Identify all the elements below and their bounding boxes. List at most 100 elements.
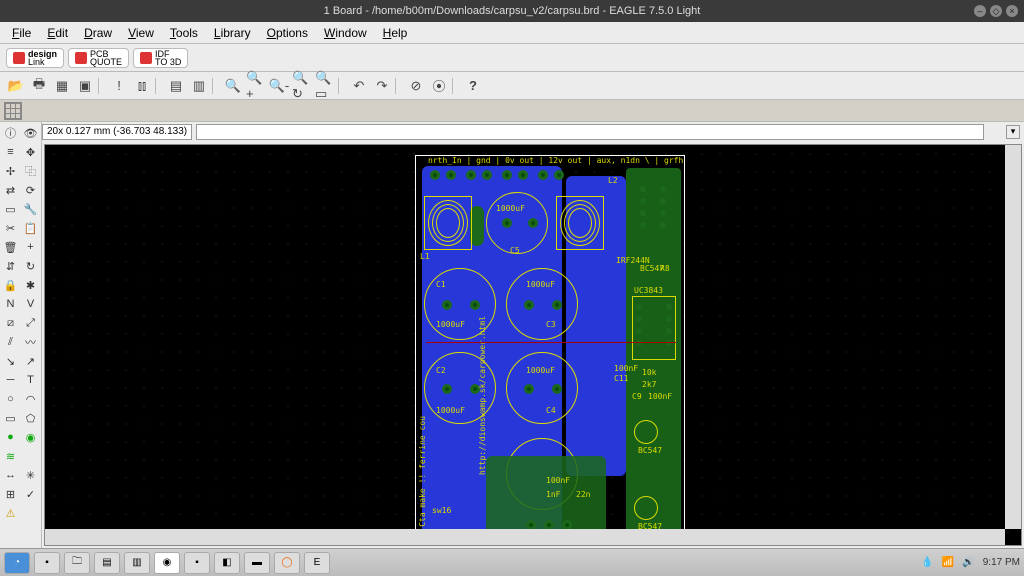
mark-tool-icon[interactable]: ✥ bbox=[22, 143, 40, 161]
task-app4-icon[interactable]: ▬ bbox=[244, 552, 270, 574]
cut-tool-icon[interactable]: ✂ bbox=[2, 219, 20, 237]
task-firefox-icon[interactable]: ◯ bbox=[274, 552, 300, 574]
grid-icon[interactable] bbox=[4, 102, 22, 120]
command-input[interactable] bbox=[196, 124, 984, 140]
window-titlebar: 1 Board - /home/b00m/Downloads/carpsu_v2… bbox=[0, 0, 1024, 22]
hole-tool-icon[interactable]: ≋ bbox=[2, 447, 20, 465]
task-eagle-icon[interactable]: E bbox=[304, 552, 330, 574]
zoom-select-icon[interactable]: 🔍▭ bbox=[315, 76, 335, 96]
move-tool-icon[interactable]: ✢ bbox=[2, 162, 20, 180]
auto-tool-icon[interactable]: ⊞ bbox=[2, 485, 20, 503]
name-tool-icon[interactable]: N bbox=[2, 295, 20, 313]
task-files-icon[interactable]: 🗀 bbox=[64, 552, 90, 574]
tray-clock[interactable]: 9:17 PM bbox=[983, 557, 1020, 568]
menu-tools[interactable]: Tools bbox=[162, 24, 206, 42]
redo-icon[interactable]: ↷ bbox=[372, 76, 392, 96]
start-button[interactable]: ◔ bbox=[4, 552, 30, 574]
meander-tool-icon[interactable]: 〰 bbox=[22, 333, 40, 351]
info-tool-icon[interactable]: ⓘ bbox=[2, 124, 20, 142]
attribute-tool-icon[interactable] bbox=[22, 447, 40, 465]
add-tool-icon[interactable]: + bbox=[22, 238, 40, 256]
dimension-tool-icon[interactable]: ↔ bbox=[2, 466, 20, 484]
task-terminal2-icon[interactable]: ▪ bbox=[184, 552, 210, 574]
board-canvas[interactable]: nrth_In | gnd | 0v out | 12v out | aux, … bbox=[44, 144, 1022, 546]
lock-tool-icon[interactable]: 🔒 bbox=[2, 276, 20, 294]
board-icon[interactable]: ▣ bbox=[75, 76, 95, 96]
cam-icon[interactable]: ▦ bbox=[52, 76, 72, 96]
open-icon[interactable]: 📂 bbox=[6, 76, 26, 96]
wire-tool-icon[interactable]: ─ bbox=[2, 371, 20, 389]
zoom-in-icon[interactable]: 🔍+ bbox=[246, 76, 266, 96]
scrollbar-horizontal[interactable] bbox=[45, 529, 1005, 545]
errors-tool-icon[interactable]: ⚠ bbox=[2, 504, 20, 522]
task-app3-icon[interactable]: ◧ bbox=[214, 552, 240, 574]
split-tool-icon[interactable]: ⤢ bbox=[22, 314, 40, 332]
group-tool-icon[interactable]: ▭ bbox=[2, 200, 20, 218]
coord-readout: 20x 0.127 mm (-36.703 48.133) bbox=[42, 124, 192, 140]
rotate-tool-icon[interactable]: ⟳ bbox=[22, 181, 40, 199]
display-icon[interactable]: ▤ bbox=[166, 76, 186, 96]
rect-tool-icon[interactable]: ▭ bbox=[2, 409, 20, 427]
zoom-fit-icon[interactable]: 🔍 bbox=[223, 76, 243, 96]
minimize-icon[interactable]: – bbox=[974, 5, 986, 17]
replace-tool-icon[interactable]: ↻ bbox=[22, 257, 40, 275]
tray-network-icon[interactable]: 💧 bbox=[921, 557, 933, 568]
route-tool-icon[interactable]: ↘ bbox=[2, 352, 20, 370]
erc-tool-icon[interactable]: ✓ bbox=[22, 485, 40, 503]
tray-wifi-icon[interactable]: 📶 bbox=[942, 557, 954, 568]
ulp-icon[interactable]: ⫾⫾ bbox=[132, 76, 152, 96]
via-tool-icon[interactable]: ● bbox=[2, 428, 20, 446]
dropdown-icon[interactable]: ▾ bbox=[1006, 125, 1020, 139]
help-icon[interactable]: ? bbox=[463, 76, 483, 96]
task-app2-icon[interactable]: ▥ bbox=[124, 552, 150, 574]
idf-3d-button[interactable]: IDFTO 3D bbox=[133, 48, 188, 68]
drc-tool-icon[interactable] bbox=[22, 504, 40, 522]
script-icon[interactable]: ! bbox=[109, 76, 129, 96]
zoom-out-icon[interactable]: 🔍- bbox=[269, 76, 289, 96]
mirror-tool-icon[interactable]: ⇄ bbox=[2, 181, 20, 199]
change-tool-icon[interactable]: 🔧 bbox=[22, 200, 40, 218]
menu-file[interactable]: File bbox=[4, 24, 39, 42]
arc-tool-icon[interactable]: ◠ bbox=[22, 390, 40, 408]
paste-tool-icon[interactable]: 📋 bbox=[22, 219, 40, 237]
print-icon[interactable]: 🖶 bbox=[29, 76, 49, 96]
delete-tool-icon[interactable]: 🗑 bbox=[2, 238, 20, 256]
task-chrome-icon[interactable]: ◉ bbox=[154, 552, 180, 574]
pcb-quote-button[interactable]: PCBQUOTE bbox=[68, 48, 129, 68]
menu-draw[interactable]: Draw bbox=[76, 24, 120, 42]
menu-options[interactable]: Options bbox=[259, 24, 316, 42]
show-tool-icon[interactable]: 👁 bbox=[22, 124, 40, 142]
smash-tool-icon[interactable]: ✱ bbox=[22, 276, 40, 294]
menu-help[interactable]: Help bbox=[375, 24, 416, 42]
layer-tool-icon[interactable]: ≡ bbox=[2, 143, 20, 161]
go-icon[interactable]: ⦿ bbox=[429, 76, 449, 96]
ratsnest-tool-icon[interactable]: ✳ bbox=[22, 466, 40, 484]
task-terminal-icon[interactable]: ▪ bbox=[34, 552, 60, 574]
board-outline: nrth_In | gnd | 0v out | 12v out | aux, … bbox=[415, 155, 685, 546]
close-icon[interactable]: × bbox=[1006, 5, 1018, 17]
mark-icon[interactable]: ▥ bbox=[189, 76, 209, 96]
zoom-redraw-icon[interactable]: 🔍↻ bbox=[292, 76, 312, 96]
circle-tool-icon[interactable]: ○ bbox=[2, 390, 20, 408]
maximize-icon[interactable]: ◇ bbox=[990, 5, 1002, 17]
menu-view[interactable]: View bbox=[120, 24, 162, 42]
design-link-button[interactable]: designLink bbox=[6, 48, 64, 68]
optimize-tool-icon[interactable]: ⫽ bbox=[2, 333, 20, 351]
miter-tool-icon[interactable]: ⧄ bbox=[2, 314, 20, 332]
signal-tool-icon[interactable]: ◉ bbox=[22, 428, 40, 446]
cancel-icon[interactable]: ⊘ bbox=[406, 76, 426, 96]
tray-volume-icon[interactable]: 🔊 bbox=[962, 557, 974, 568]
text-tool-icon[interactable]: T bbox=[22, 371, 40, 389]
val-10k: 100nF bbox=[546, 476, 570, 485]
copy-tool-icon[interactable]: ⿻ bbox=[22, 162, 40, 180]
menu-edit[interactable]: Edit bbox=[39, 24, 76, 42]
pinswap-tool-icon[interactable]: ⇵ bbox=[2, 257, 20, 275]
task-app1-icon[interactable]: ▤ bbox=[94, 552, 120, 574]
undo-icon[interactable]: ↶ bbox=[349, 76, 369, 96]
value-tool-icon[interactable]: V bbox=[22, 295, 40, 313]
scrollbar-vertical[interactable] bbox=[1005, 145, 1021, 529]
polygon-tool-icon[interactable]: ⬠ bbox=[22, 409, 40, 427]
menu-library[interactable]: Library bbox=[206, 24, 259, 42]
menu-window[interactable]: Window bbox=[316, 24, 375, 42]
ripup-tool-icon[interactable]: ↗ bbox=[22, 352, 40, 370]
